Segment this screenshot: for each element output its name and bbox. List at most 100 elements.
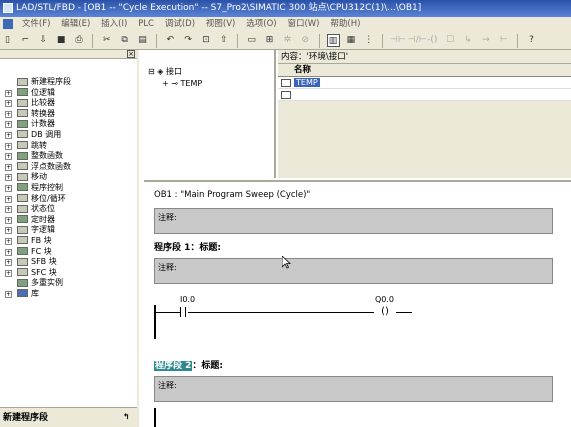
tree-item[interactable]: + SFC 块 xyxy=(5,268,137,279)
tree-item[interactable]: + 比较器 xyxy=(5,98,137,109)
help-icon[interactable]: ? xyxy=(525,34,538,47)
collapse-icon[interactable]: ⊟ xyxy=(148,67,155,76)
network-icon[interactable]: ↰ xyxy=(123,412,133,422)
save-icon[interactable]: ■ xyxy=(55,34,68,47)
tree-item[interactable]: + 转换器 xyxy=(5,109,137,120)
element-icon[interactable]: ⊞ xyxy=(263,34,276,47)
expand-icon[interactable]: + xyxy=(5,248,12,256)
redo-icon[interactable]: ↷ xyxy=(182,34,195,47)
menu-options[interactable]: 选项(O) xyxy=(242,17,280,32)
tree-item[interactable]: + 状态位 xyxy=(5,204,137,215)
tree-item[interactable]: + 字逻辑 xyxy=(5,225,137,236)
branch-close-icon[interactable]: → xyxy=(479,34,492,47)
box-icon[interactable]: ☐ xyxy=(444,34,457,47)
expand-icon[interactable]: + xyxy=(5,206,12,214)
expand-icon[interactable]: + xyxy=(5,131,12,139)
menu-plc[interactable]: PLC xyxy=(134,17,158,32)
tree-item[interactable]: + DB 调用 xyxy=(5,130,137,141)
undo-icon[interactable]: ↶ xyxy=(164,34,177,47)
table-row[interactable] xyxy=(278,89,571,101)
tree-item[interactable]: + FC 块 xyxy=(5,247,137,258)
normally-open-contact[interactable] xyxy=(180,307,186,317)
coil-icon[interactable]: -() xyxy=(426,34,439,47)
ladder-view-icon[interactable]: ⋮ xyxy=(362,34,375,47)
expand-icon[interactable]: + xyxy=(5,237,12,245)
block-comment[interactable]: 注释: xyxy=(154,208,553,234)
output-coil[interactable]: () xyxy=(374,306,396,318)
expand-icon[interactable]: + xyxy=(5,163,12,171)
details-icon[interactable]: ▦ xyxy=(344,34,357,47)
cut-icon[interactable]: ✂ xyxy=(100,34,113,47)
tree-item[interactable]: + 移位/循环 xyxy=(5,194,137,205)
copy-icon[interactable]: ⧉ xyxy=(118,34,131,47)
tree-item[interactable]: + SFB 块 xyxy=(5,257,137,268)
tree-item[interactable]: 新建程序段 xyxy=(5,77,137,88)
tree-item[interactable]: + 程序控制 xyxy=(5,183,137,194)
document-icon[interactable] xyxy=(3,18,13,29)
normally-closed-contact-icon[interactable]: ⊣/⊢ xyxy=(408,34,427,47)
column-header-name[interactable]: 名称 xyxy=(278,64,571,77)
normally-open-contact-icon[interactable]: ⊣⊢ xyxy=(390,34,406,47)
new-icon[interactable]: ▯ xyxy=(1,34,14,47)
overview-icon[interactable]: ▥ xyxy=(326,34,340,47)
tree-item[interactable]: + 库 xyxy=(5,289,137,300)
close-icon[interactable]: × xyxy=(127,50,135,58)
menu-file[interactable]: 文件(F) xyxy=(18,17,55,32)
expand-icon[interactable]: + xyxy=(5,259,12,267)
menu-view[interactable]: 视图(V) xyxy=(202,17,239,32)
expand-icon[interactable]: + xyxy=(5,269,12,277)
expand-icon[interactable]: + xyxy=(5,290,12,298)
tree-item[interactable]: + 位逻辑 xyxy=(5,88,137,99)
disabled-tool-icon[interactable]: ✲ xyxy=(281,34,294,47)
tree-item[interactable]: 多重实例 xyxy=(5,278,137,289)
menu-insert[interactable]: 插入(I) xyxy=(97,17,131,32)
expand-icon[interactable]: + xyxy=(5,110,12,118)
expand-icon[interactable]: + xyxy=(5,142,12,150)
tree-item[interactable]: + 跳转 xyxy=(5,141,137,152)
tree-item[interactable]: + 移动 xyxy=(5,172,137,183)
print-icon[interactable]: ⎙ xyxy=(73,34,86,47)
expand-icon[interactable]: + xyxy=(5,174,12,182)
network-1-comment[interactable]: 注释: xyxy=(154,258,553,284)
program-control-icon xyxy=(17,183,28,192)
branch-icon[interactable]: ⊢ xyxy=(497,34,510,47)
expand-icon[interactable]: + xyxy=(5,121,12,129)
expand-icon[interactable]: + xyxy=(5,89,12,97)
upload-icon[interactable]: ⇧ xyxy=(217,34,230,47)
tree-item[interactable]: + 定时器 xyxy=(5,215,137,226)
menu-edit[interactable]: 编辑(E) xyxy=(57,17,94,32)
contact-address[interactable]: I0.0 xyxy=(180,295,195,304)
menu-window[interactable]: 窗口(W) xyxy=(283,17,323,32)
tree-item-interface[interactable]: ⊟ ◈ 接口 xyxy=(144,66,274,78)
network-1-title[interactable]: 程序段 1：标题: xyxy=(154,240,221,253)
network-2-comment[interactable]: 注释: xyxy=(154,376,553,402)
tree-item-label: 比较器 xyxy=(31,98,55,108)
expand-icon[interactable]: + xyxy=(5,227,12,235)
expand-icon[interactable]: + xyxy=(5,153,12,161)
tree-item-temp[interactable]: + ⊸ TEMP xyxy=(144,78,274,90)
monitor-icon[interactable]: ▭ xyxy=(245,34,258,47)
download-icon[interactable]: ⇩ xyxy=(37,34,50,47)
table-row[interactable]: TEMP xyxy=(278,77,571,89)
expand-icon[interactable]: + xyxy=(5,195,12,203)
tree-item[interactable]: + 整数函数 xyxy=(5,151,137,162)
open-icon[interactable]: ⌐ xyxy=(19,34,32,47)
block-header[interactable]: OB1 : "Main Program Sweep (Cycle)" xyxy=(154,190,310,200)
paste-icon[interactable]: ▤ xyxy=(136,34,149,47)
branch-open-icon[interactable]: ↳ xyxy=(462,34,475,47)
tree-item[interactable]: + 浮点数函数 xyxy=(5,162,137,173)
disabled-tool-icon[interactable]: ⊘ xyxy=(299,34,312,47)
accessible-nodes-icon[interactable]: ⊡ xyxy=(200,34,213,47)
menu-debug[interactable]: 调试(D) xyxy=(161,17,199,32)
tree-item[interactable]: + FB 块 xyxy=(5,236,137,247)
expand-icon[interactable]: + xyxy=(5,184,12,192)
network-2-title[interactable]: 程序段 2：标题: xyxy=(154,358,223,371)
coil-address[interactable]: Q0.0 xyxy=(375,295,394,304)
ladder-network-1[interactable]: I0.0 Q0.0 () xyxy=(154,295,553,339)
menu-help[interactable]: 帮助(H) xyxy=(326,17,364,32)
code-editor[interactable]: OB1 : "Main Program Sweep (Cycle)" 注释: 程… xyxy=(144,180,571,427)
tree-item[interactable]: + 计数器 xyxy=(5,119,137,130)
expand-icon[interactable]: + xyxy=(162,79,169,88)
expand-icon[interactable]: + xyxy=(5,100,12,108)
expand-icon[interactable]: + xyxy=(5,216,12,224)
